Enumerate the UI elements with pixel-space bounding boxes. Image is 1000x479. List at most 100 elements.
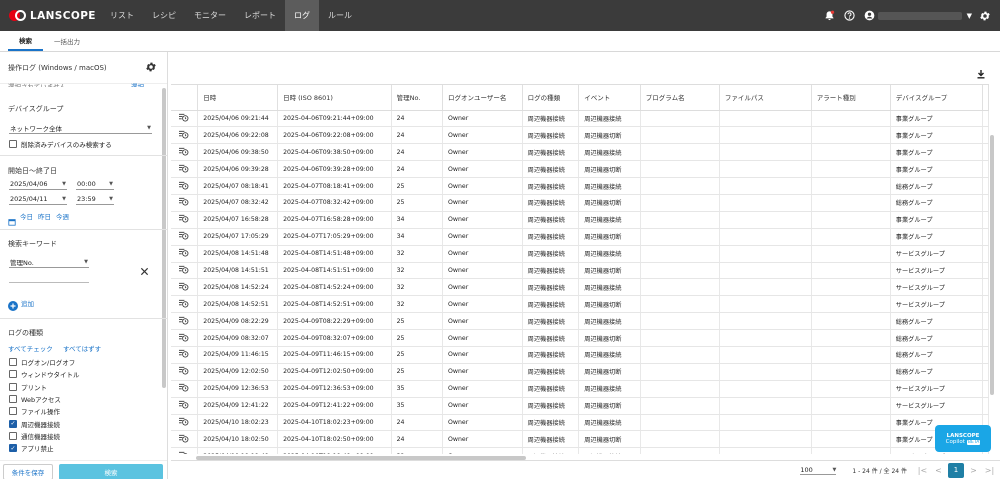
nav-item-rule[interactable]: ルール	[319, 0, 361, 31]
search-button[interactable]: 検索	[59, 464, 163, 479]
log-type-checkbox[interactable]: ✓ 周辺機器接続	[9, 419, 60, 429]
remove-keyword-close-icon[interactable]	[140, 261, 149, 280]
start-date-select[interactable]: 2025/04/06 ▼	[9, 178, 67, 190]
table-row[interactable]: 2025/04/06 09:39:28 2025-04-06T09:39:28+0…	[171, 160, 989, 179]
log-detail-icon[interactable]	[171, 211, 199, 229]
table-vertical-scrollbar[interactable]	[990, 135, 994, 455]
log-type-checkbox[interactable]: ✓ アプリ禁止	[9, 443, 54, 453]
log-detail-icon[interactable]	[171, 312, 199, 331]
log-detail-icon[interactable]	[171, 262, 199, 280]
nav-item-report[interactable]: レポート	[235, 0, 285, 31]
log-detail-icon[interactable]	[171, 110, 199, 128]
table-row[interactable]: 2025/04/06 09:21:44 2025-04-06T09:21:44+0…	[171, 110, 989, 128]
table-row[interactable]: 2025/04/09 08:32:07 2025-04-09T08:32:07+0…	[171, 329, 989, 347]
table-row[interactable]: 2025/04/08 14:51:51 2025-04-08T14:51:51+0…	[171, 262, 989, 280]
table-row[interactable]: 2025/04/08 14:51:48 2025-04-08T14:51:48+0…	[171, 245, 989, 263]
user-menu-caret-icon[interactable]: ▼	[967, 12, 972, 20]
user-name[interactable]	[877, 11, 962, 20]
column-header-datetime-iso[interactable]: 日時 (ISO 8601)	[277, 85, 392, 111]
quick-this-week-link[interactable]: 今週	[56, 211, 69, 221]
keyword-value-input[interactable]	[9, 282, 89, 283]
log-detail-icon[interactable]	[171, 160, 199, 179]
lanscope-copilot-button[interactable]: LANSCOPE Copilot BETA	[935, 425, 991, 452]
table-row[interactable]: 2025/04/10 18:02:23 2025-04-10T18:02:23+0…	[171, 414, 989, 432]
tab-bulk-export[interactable]: 一括出力	[43, 31, 91, 51]
log-detail-icon[interactable]	[171, 329, 199, 347]
log-detail-icon[interactable]	[171, 245, 199, 263]
table-row[interactable]: 2025/04/06 09:38:50 2025-04-06T09:38:50+0…	[171, 143, 989, 162]
table-row[interactable]: 2025/04/07 08:18:41 2025-04-07T08:18:41+0…	[171, 177, 989, 195]
keyword-field-select[interactable]: 管理No. ▼	[9, 256, 89, 268]
download-icon[interactable]	[976, 64, 986, 83]
table-row[interactable]: 2025/04/08 14:52:24 2025-04-08T14:52:24+0…	[171, 278, 989, 297]
log-type-checkbox[interactable]: Webアクセス	[9, 394, 61, 404]
column-header-device-group[interactable]: デバイスグループ	[890, 85, 984, 111]
first-page-icon[interactable]: |<	[916, 463, 929, 477]
log-detail-icon[interactable]	[171, 177, 199, 195]
log-type-checkbox[interactable]: ウィンドウタイトル	[9, 369, 80, 379]
log-type-checkbox[interactable]: ファイル操作	[9, 406, 60, 416]
end-time-select[interactable]: 23:59 ▼	[76, 193, 114, 205]
log-detail-icon[interactable]	[171, 228, 199, 246]
column-header-asset-no[interactable]: 管理No.	[391, 85, 444, 111]
log-detail-icon[interactable]	[171, 143, 199, 162]
panel-scrollbar[interactable]	[162, 88, 166, 388]
settings-gear-icon[interactable]	[979, 10, 991, 22]
help-icon[interactable]	[843, 10, 855, 21]
log-detail-icon[interactable]	[171, 414, 199, 432]
device-group-select[interactable]: ネットワーク全体 ▼	[9, 122, 152, 134]
table-row[interactable]: 2025/04/08 14:52:51 2025-04-08T14:52:51+0…	[171, 295, 989, 314]
deleted-only-checkbox[interactable]: 削除済みデバイスのみ検索する	[9, 139, 112, 149]
log-detail-icon[interactable]	[171, 430, 199, 449]
start-time-select[interactable]: 00:00 ▼	[76, 178, 114, 190]
column-header-file-path[interactable]: ファイルパス	[719, 85, 812, 111]
table-row[interactable]: 2025/04/07 16:58:28 2025-04-07T16:58:28+0…	[171, 211, 989, 229]
log-type-checkbox[interactable]: 通信機器接続	[9, 431, 60, 441]
page-size-select[interactable]: 100 ▼	[800, 466, 837, 475]
table-row[interactable]: 2025/04/10 18:02:50 2025-04-10T18:02:50+0…	[171, 430, 989, 449]
table-row[interactable]: 2025/04/06 09:22:08 2025-04-06T09:22:08+0…	[171, 126, 989, 145]
cutoff-select-link[interactable]: 選択	[131, 81, 144, 87]
table-row[interactable]: 2025/04/07 08:32:42 2025-04-07T08:32:42+0…	[171, 194, 989, 212]
column-header-datetime[interactable]: 日時	[197, 85, 279, 111]
panel-settings-gear-icon[interactable]	[145, 58, 157, 77]
log-detail-icon[interactable]	[171, 346, 199, 364]
log-detail-icon[interactable]	[171, 447, 199, 454]
log-detail-icon[interactable]	[171, 363, 199, 381]
tab-search[interactable]: 検索	[8, 31, 43, 51]
next-page-icon[interactable]: >	[967, 463, 980, 477]
column-header-event[interactable]: イベント	[578, 85, 641, 111]
last-page-icon[interactable]: >|	[983, 463, 996, 477]
add-keyword-link[interactable]: 追加	[21, 298, 34, 308]
user-avatar-icon[interactable]	[864, 10, 875, 21]
nav-item-monitor[interactable]: モニター	[185, 0, 235, 31]
log-detail-icon[interactable]	[171, 380, 199, 398]
log-detail-icon[interactable]	[171, 295, 199, 314]
log-detail-icon[interactable]	[171, 397, 199, 415]
column-header-logon-user[interactable]: ログオンユーザー名	[442, 85, 523, 111]
check-all-link[interactable]: すべてチェック	[8, 343, 53, 353]
save-conditions-button[interactable]: 条件を保存	[3, 464, 53, 479]
nav-item-recipe[interactable]: レシピ	[143, 0, 185, 31]
end-date-select[interactable]: 2025/04/11 ▼	[9, 193, 67, 205]
log-detail-icon[interactable]	[171, 278, 199, 297]
log-type-checkbox[interactable]: プリント	[9, 382, 47, 392]
table-row[interactable]: 2025/04/09 12:36:53 2025-04-09T12:36:53+0…	[171, 380, 989, 398]
table-row[interactable]: 2025/04/07 17:05:29 2025-04-07T17:05:29+0…	[171, 228, 989, 246]
quick-yesterday-link[interactable]: 昨日	[38, 211, 51, 221]
table-row[interactable]: 2025/04/10 19:19:492025-04-10T19:19:49+0…	[171, 447, 989, 454]
log-detail-icon[interactable]	[171, 126, 199, 145]
prev-page-icon[interactable]: <	[932, 463, 945, 477]
add-circle-icon[interactable]	[8, 296, 18, 315]
column-header-alert-type[interactable]: アラート種別	[811, 85, 891, 111]
notification-bell-icon[interactable]	[824, 10, 835, 21]
nav-item-list[interactable]: リスト	[101, 0, 143, 31]
column-header-program-name[interactable]: プログラム名	[640, 85, 720, 111]
lanscope-logo[interactable]: LANSCOPE	[9, 10, 101, 22]
uncheck-all-link[interactable]: すべてはずす	[63, 343, 101, 353]
table-row[interactable]: 2025/04/09 12:41:22 2025-04-09T12:41:22+0…	[171, 397, 989, 415]
vertical-scroll-thumb[interactable]	[990, 135, 994, 395]
quick-today-link[interactable]: 今日	[20, 211, 33, 221]
log-type-checkbox[interactable]: ログオン/ログオフ	[9, 357, 75, 367]
table-row[interactable]: 2025/04/09 11:46:15 2025-04-09T11:46:15+0…	[171, 346, 989, 364]
